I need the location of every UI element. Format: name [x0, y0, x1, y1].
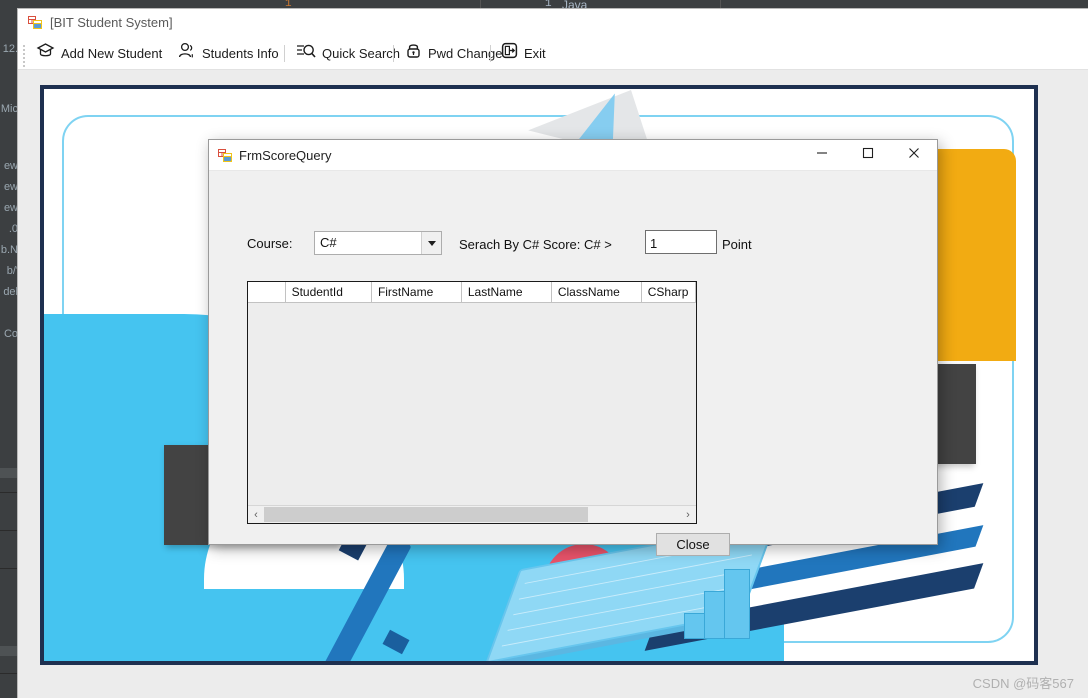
ide-fragment: Co [3, 328, 18, 340]
grid-row-header-cell[interactable] [248, 282, 286, 303]
toolbar-item-label: Add New Student [61, 45, 163, 61]
scroll-left-arrow-icon[interactable]: ‹ [248, 506, 264, 523]
toolbar-quick-search[interactable]: Quick Search [292, 41, 404, 65]
results-grid[interactable]: StudentId FirstName LastName ClassName C… [247, 281, 697, 524]
toolbar-grip[interactable] [23, 45, 26, 67]
stairs-illustration [684, 567, 754, 639]
grid-body-empty [248, 303, 696, 505]
toolbar-separator [393, 45, 394, 62]
graduation-cap-icon [36, 42, 55, 64]
app-title-text: [BIT Student System] [50, 15, 173, 30]
watermark-text: CSDN @码客567 [972, 676, 1074, 691]
course-selected-value: C# [320, 235, 337, 250]
minimize-icon [816, 146, 828, 164]
ide-left-panel: 12. Mic ew ew ew .0 b.N b/' del Co [0, 13, 18, 698]
ide-left-rows [0, 468, 18, 698]
minimize-button[interactable] [799, 140, 845, 170]
search-criteria-label: Serach By C# Score: C# > [459, 237, 612, 252]
close-button[interactable]: Close [656, 533, 730, 556]
grid-column-header[interactable]: FirstName [371, 282, 462, 303]
search-icon [296, 42, 316, 64]
course-label: Course: [247, 236, 293, 251]
point-label: Point [722, 237, 752, 252]
exit-door-icon [501, 42, 518, 64]
close-icon [908, 146, 920, 164]
maximize-icon [862, 146, 874, 164]
toolbar-separator [490, 45, 491, 62]
grid-column-header[interactable]: CSharp [641, 282, 697, 303]
maximize-button[interactable] [845, 140, 891, 170]
screen-root: 1 1 Java 12. Mic ew ew ew .0 b.N b/' del… [0, 0, 1088, 698]
grid-column-header[interactable]: StudentId [285, 282, 372, 303]
ide-fragment: ew [3, 202, 18, 214]
toolbar-item-label: Exit [524, 45, 546, 61]
toolbar-students-info[interactable]: Students Info [173, 41, 283, 65]
toolbar-exit[interactable]: Exit [497, 41, 550, 65]
ide-fragment: b.N [0, 244, 18, 256]
grid-header-row: StudentId FirstName LastName ClassName C… [248, 282, 697, 303]
lock-icon [405, 42, 422, 64]
person-icon [177, 42, 196, 64]
ide-fragment: Mic [0, 103, 18, 115]
grid-horizontal-scrollbar[interactable]: ‹ › [248, 505, 696, 523]
ide-fragment: ew [3, 181, 18, 193]
scroll-right-arrow-icon[interactable]: › [680, 506, 696, 523]
toolbar-item-label: Quick Search [322, 45, 401, 61]
ide-fragment: .0 [8, 223, 18, 235]
close-window-button[interactable] [891, 140, 937, 170]
ide-fragment: b/' [6, 265, 18, 277]
dialog-title-text: FrmScoreQuery [239, 148, 332, 163]
score-threshold-input[interactable] [645, 230, 717, 254]
app-form-icon [218, 149, 232, 162]
toolbar-item-label: Students Info [202, 45, 279, 61]
scrollbar-track[interactable] [264, 506, 680, 523]
toolbar-separator [284, 45, 285, 62]
scrollbar-thumb[interactable] [264, 507, 589, 522]
frm-score-query-dialog: FrmScoreQuery Course: C# Serach By C# Sc… [208, 139, 938, 556]
app-form-icon [28, 16, 42, 29]
dialog-title-bar[interactable]: FrmScoreQuery [209, 140, 937, 171]
ide-fragment: ew [3, 160, 18, 172]
toolbar-add-new-student[interactable]: Add New Student [32, 41, 166, 65]
ide-fragment: del [3, 286, 18, 298]
grid-column-header[interactable]: ClassName [551, 282, 642, 303]
app-title-bar: [BIT Student System] [18, 9, 1088, 37]
ide-fragment: 12. [2, 43, 18, 55]
chevron-down-icon[interactable] [421, 232, 441, 254]
app-toolbar: Add New Student Students Info Quick Sear… [18, 37, 1088, 70]
grid-column-header[interactable]: LastName [461, 282, 552, 303]
course-select[interactable]: C# [314, 231, 442, 255]
dialog-body: Course: C# Serach By C# Score: C# > Poin… [209, 171, 937, 556]
toolbar-item-label: Pwd Change [428, 45, 503, 61]
